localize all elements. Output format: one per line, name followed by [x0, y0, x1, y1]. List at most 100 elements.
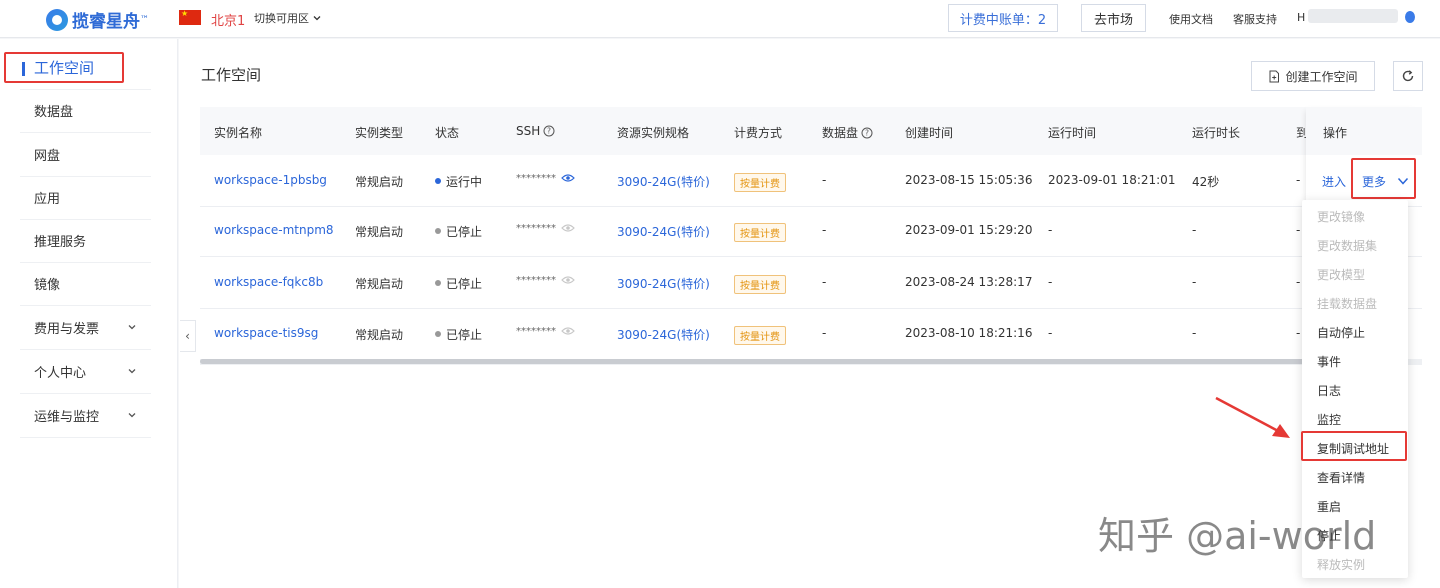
sidebar-item[interactable]: 推理服务: [20, 219, 151, 263]
switch-zone-dropdown[interactable]: 切换可用区: [254, 10, 322, 26]
horizontal-scrollbar-thumb[interactable]: [200, 359, 1332, 364]
due-cell: -: [1296, 172, 1301, 187]
column-header: 运行时间: [1048, 124, 1096, 141]
menu-item[interactable]: 查看详情: [1317, 469, 1365, 486]
ssh-cell: ********: [516, 173, 575, 184]
status-cell: 运行中: [435, 173, 482, 190]
brand-logo[interactable]: 揽睿星舟 ™: [46, 7, 149, 32]
menu-item[interactable]: 停止: [1317, 527, 1341, 544]
enter-link[interactable]: 进入: [1322, 173, 1346, 190]
menu-item[interactable]: 重启: [1317, 498, 1341, 515]
instance-spec-link[interactable]: 3090-24G(特价): [617, 326, 710, 343]
sidebar-item-label: 费用与发票: [34, 322, 100, 337]
sidebar-item[interactable]: 镜像: [20, 262, 151, 306]
status-text: 已停止: [446, 327, 483, 342]
sidebar-item-label: 运维与监控: [34, 410, 100, 425]
instance-spec-link[interactable]: 3090-24G(特价): [617, 223, 710, 240]
sidebar-item-label: 镜像: [34, 278, 61, 293]
data-disk: -: [822, 172, 827, 187]
instance-name-link[interactable]: workspace-tis9sg: [214, 326, 318, 340]
market-button[interactable]: 去市场: [1081, 4, 1146, 32]
instance-name-link[interactable]: workspace-mtnpm8: [214, 223, 334, 237]
ssh-cell: ********: [516, 326, 575, 337]
instance-name-link[interactable]: workspace-fqkc8b: [214, 275, 323, 289]
status-dot: [435, 331, 441, 337]
column-header-label: 实例名称: [214, 126, 263, 140]
eye-icon[interactable]: [561, 326, 575, 336]
ssh-password-masked: ********: [516, 274, 556, 286]
help-icon[interactable]: ?: [861, 127, 873, 139]
user-avatar[interactable]: [1405, 11, 1415, 23]
logo-icon: [46, 8, 68, 31]
column-header: 运行时长: [1192, 124, 1240, 141]
billing-tag: 按量计费: [734, 172, 786, 192]
sidebar-item[interactable]: 个人中心: [20, 350, 151, 394]
column-header: 操作: [1323, 124, 1347, 141]
ssh-password-masked: ********: [516, 172, 556, 184]
sidebar-collapse-button[interactable]: ‹: [180, 320, 196, 352]
sidebar-item[interactable]: 运维与监控: [20, 394, 151, 438]
billing-cell: 按量计费: [734, 222, 786, 242]
eye-icon[interactable]: [561, 275, 575, 285]
instance-name-link[interactable]: workspace-1pbsbg: [214, 173, 327, 187]
instance-type: 常规启动: [355, 174, 404, 189]
menu-item[interactable]: 复制调试地址: [1317, 440, 1389, 457]
created-time: 2023-09-01 15:29:20: [905, 222, 1033, 237]
billing-cell: 按量计费: [734, 325, 786, 345]
sidebar-item[interactable]: 应用: [20, 176, 151, 220]
chevron-down-icon: [128, 413, 136, 418]
column-header: 数据盘?: [822, 124, 873, 141]
support-link[interactable]: 客服支持: [1233, 11, 1277, 27]
billing-tag: 按量计费: [734, 274, 786, 294]
refresh-button[interactable]: [1393, 61, 1423, 91]
instance-spec-link[interactable]: 3090-24G(特价): [617, 275, 710, 292]
column-header-label: 操作: [1323, 126, 1348, 140]
row-divider: [200, 206, 1422, 207]
instance-spec-link[interactable]: 3090-24G(特价): [617, 173, 710, 190]
column-header: 创建时间: [905, 124, 953, 141]
column-header-label: 数据盘: [822, 126, 859, 140]
sidebar-item[interactable]: 网盘: [20, 133, 151, 177]
page-title: 工作空间: [201, 66, 262, 84]
logo-trademark: ™: [140, 14, 149, 25]
menu-item[interactable]: 日志: [1317, 382, 1341, 399]
data-disk: -: [822, 274, 827, 289]
region-label: 北京1: [211, 14, 246, 29]
menu-item[interactable]: 事件: [1317, 353, 1341, 370]
more-dropdown-button[interactable]: 更多: [1362, 173, 1409, 190]
create-workspace-button[interactable]: 创建工作空间: [1251, 61, 1375, 91]
ssh-cell: ********: [516, 275, 575, 286]
column-header-label: 创建时间: [905, 126, 954, 140]
logo-text: 揽睿星舟: [72, 12, 140, 32]
help-icon[interactable]: ?: [543, 125, 555, 137]
eye-icon[interactable]: [561, 223, 575, 233]
sidebar-item[interactable]: 数据盘: [20, 89, 151, 133]
created-time: 2023-08-15 15:05:36: [905, 172, 1033, 187]
menu-item[interactable]: 自动停止: [1317, 324, 1365, 341]
billing-account-button[interactable]: 计费中账单：2: [948, 4, 1058, 32]
menu-item[interactable]: 监控: [1317, 411, 1341, 428]
chevron-left-icon: ‹: [185, 329, 190, 343]
instance-type: 常规启动: [355, 224, 404, 239]
instance-type: 常规启动: [355, 276, 404, 291]
ssh-password-masked: ********: [516, 325, 556, 337]
row-divider: [200, 308, 1422, 309]
docs-link[interactable]: 使用文档: [1169, 11, 1213, 27]
column-header: 实例类型: [355, 124, 403, 141]
create-workspace-label: 创建工作空间: [1285, 69, 1358, 84]
sidebar-item[interactable]: 费用与发票: [20, 306, 151, 350]
chevron-down-icon: [128, 369, 136, 374]
sidebar-item-label: 网盘: [34, 149, 61, 164]
more-label: 更多: [1362, 174, 1387, 189]
column-header-label: SSH: [516, 124, 541, 138]
created-time: 2023-08-24 13:28:17: [905, 274, 1033, 289]
menu-item: 释放实例: [1317, 558, 1366, 572]
column-header: 资源实例规格: [617, 124, 689, 141]
column-header-label: 运行时间: [1048, 126, 1097, 140]
user-name[interactable]: H: [1297, 11, 1305, 24]
ssh-cell: ********: [516, 223, 575, 234]
status-dot: [435, 228, 441, 234]
eye-icon[interactable]: [561, 173, 575, 183]
run-duration: -: [1192, 325, 1197, 340]
sidebar-item-label: 推理服务: [34, 235, 87, 250]
